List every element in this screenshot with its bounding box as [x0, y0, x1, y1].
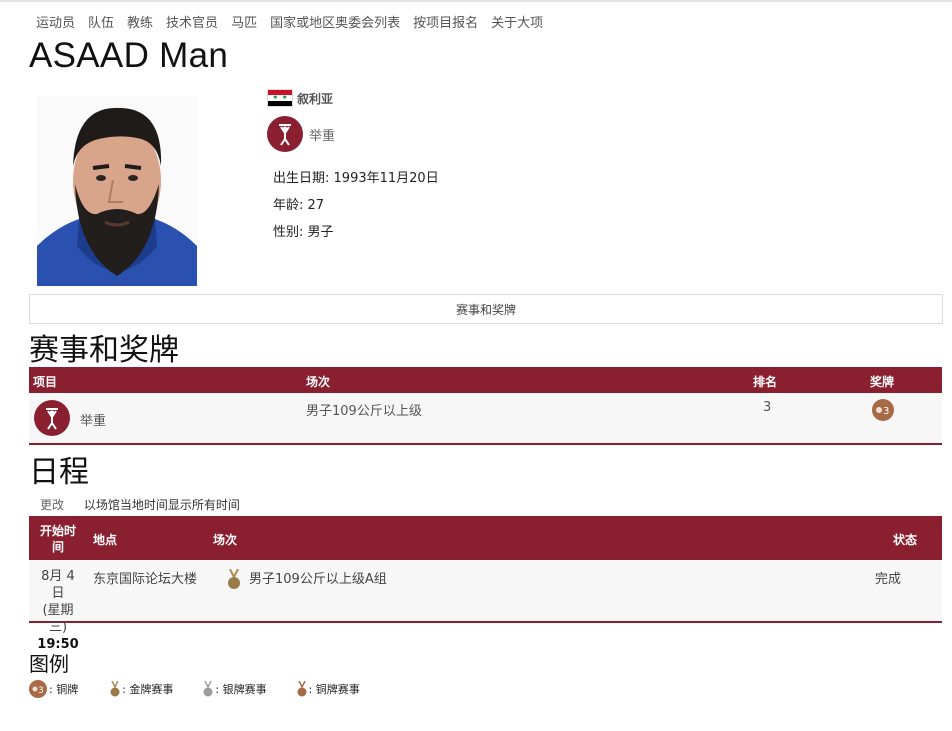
top-border [0, 0, 952, 2]
row-discipline: 举重 [80, 414, 107, 429]
row-event[interactable]: 男子109公斤以上级A组 [249, 568, 387, 587]
col-medal: 奖牌 [870, 375, 895, 389]
row-date: 8月 4日 [41, 569, 75, 601]
weightlifting-icon [34, 400, 70, 436]
legend-silver-event: : 银牌赛事 [203, 681, 267, 697]
schedule-title: 日程 [29, 455, 89, 490]
country-label: ★ ★ 叙利亚 [267, 89, 333, 107]
sport-name: 举重 [309, 128, 336, 144]
svg-text:3: 3 [38, 686, 44, 695]
age-row: 年龄: 27 [273, 192, 439, 219]
weightlifting-icon [267, 116, 303, 152]
medal-event-icon [227, 568, 241, 595]
nav-entries-by-discipline[interactable]: 按项目报名 [413, 12, 478, 31]
svg-text:3: 3 [883, 406, 889, 417]
time-settings: 更改 以场馆当地时间显示所有时间 [40, 496, 256, 513]
age-value: 27 [307, 198, 325, 213]
start-time-cell: 8月 4日 (星期三) 19:50 [35, 568, 81, 653]
legend-bronze-label: : 铜牌 [49, 683, 79, 696]
nav-nocs[interactable]: 国家或地区奥委会列表 [270, 12, 400, 31]
legend-gold-event: : 金牌赛事 [110, 681, 173, 697]
gender-value: 男子 [307, 225, 334, 240]
table-row: 8月 4日 (星期三) 19:50 东京国际论坛大楼 男子109公斤以上级A组 … [29, 560, 942, 652]
sport-label: 举重 [267, 116, 335, 152]
gender-label: 性别: [273, 225, 304, 240]
bronze-medal-icon: 3 [29, 680, 47, 698]
col-event: 场次 [213, 533, 238, 547]
events-table-header: 项目 场次 排名 奖牌 [29, 367, 942, 393]
top-nav: 运动员 队伍 教练 技术官员 马匹 国家或地区奥委会列表 按项目报名 关于大项 [36, 12, 556, 31]
col-rank: 排名 [753, 375, 778, 389]
col-event: 场次 [306, 375, 331, 389]
nav-officials[interactable]: 技术官员 [166, 12, 218, 31]
change-link[interactable]: 更改 [40, 498, 64, 512]
nav-about-sports[interactable]: 关于大项 [491, 12, 543, 31]
bronze-medal-event-icon [297, 681, 307, 697]
row-event[interactable]: 男子109公斤以上级 [306, 400, 422, 419]
athlete-photo [37, 96, 197, 286]
row-rank: 3 [763, 400, 772, 415]
nav-teams[interactable]: 队伍 [88, 12, 114, 31]
gender-row: 性别: 男子 [273, 219, 439, 246]
dob-value: 1993年11月20日 [333, 171, 439, 186]
legend-bronze-event: : 铜牌赛事 [297, 681, 360, 697]
gold-medal-event-icon [110, 681, 120, 697]
nav-horses[interactable]: 马匹 [231, 12, 257, 31]
country-name: 叙利亚 [297, 91, 334, 106]
athlete-name: ASAAD Man [29, 36, 229, 75]
bronze-medal-icon: 3 [872, 399, 894, 421]
athlete-facts: 出生日期: 1993年11月20日 年龄: 27 性别: 男子 [273, 165, 439, 246]
time-note: 以场馆当地时间显示所有时间 [83, 498, 240, 512]
tab-events-medals[interactable]: 赛事和奖牌 [29, 294, 943, 324]
table-row: 举重 男子109公斤以上级 3 3 [29, 393, 942, 445]
legend-title: 图例 [29, 652, 69, 676]
col-discipline: 项目 [33, 375, 58, 389]
legend-bronze: 3 : 铜牌 [29, 680, 78, 698]
legend-silver-event-label: : 银牌赛事 [215, 683, 267, 696]
col-status: 状态 [893, 533, 918, 547]
nav-athletes[interactable]: 运动员 [36, 12, 75, 31]
row-venue: 东京国际论坛大楼 [93, 572, 198, 587]
events-title: 赛事和奖牌 [29, 333, 179, 368]
legend: 3 : 铜牌 : 金牌赛事 : 银牌赛事 : 铜牌赛事 [29, 680, 390, 698]
legend-gold-event-label: : 金牌赛事 [122, 683, 174, 696]
silver-medal-event-icon [203, 681, 213, 697]
dob-row: 出生日期: 1993年11月20日 [273, 165, 439, 192]
syria-flag-icon: ★ ★ [267, 89, 293, 107]
col-start-time: 开始时间 [39, 524, 76, 554]
dob-label: 出生日期: [273, 171, 330, 186]
row-weekday: (星期三) [42, 603, 74, 635]
legend-bronze-event-label: : 铜牌赛事 [308, 683, 360, 696]
row-status: 完成 [875, 572, 902, 587]
col-venue: 地点 [93, 533, 118, 547]
schedule-table-header: 开始时间 地点 场次 状态 [29, 516, 942, 560]
nav-coaches[interactable]: 教练 [127, 12, 153, 31]
age-label: 年龄: [273, 198, 304, 213]
